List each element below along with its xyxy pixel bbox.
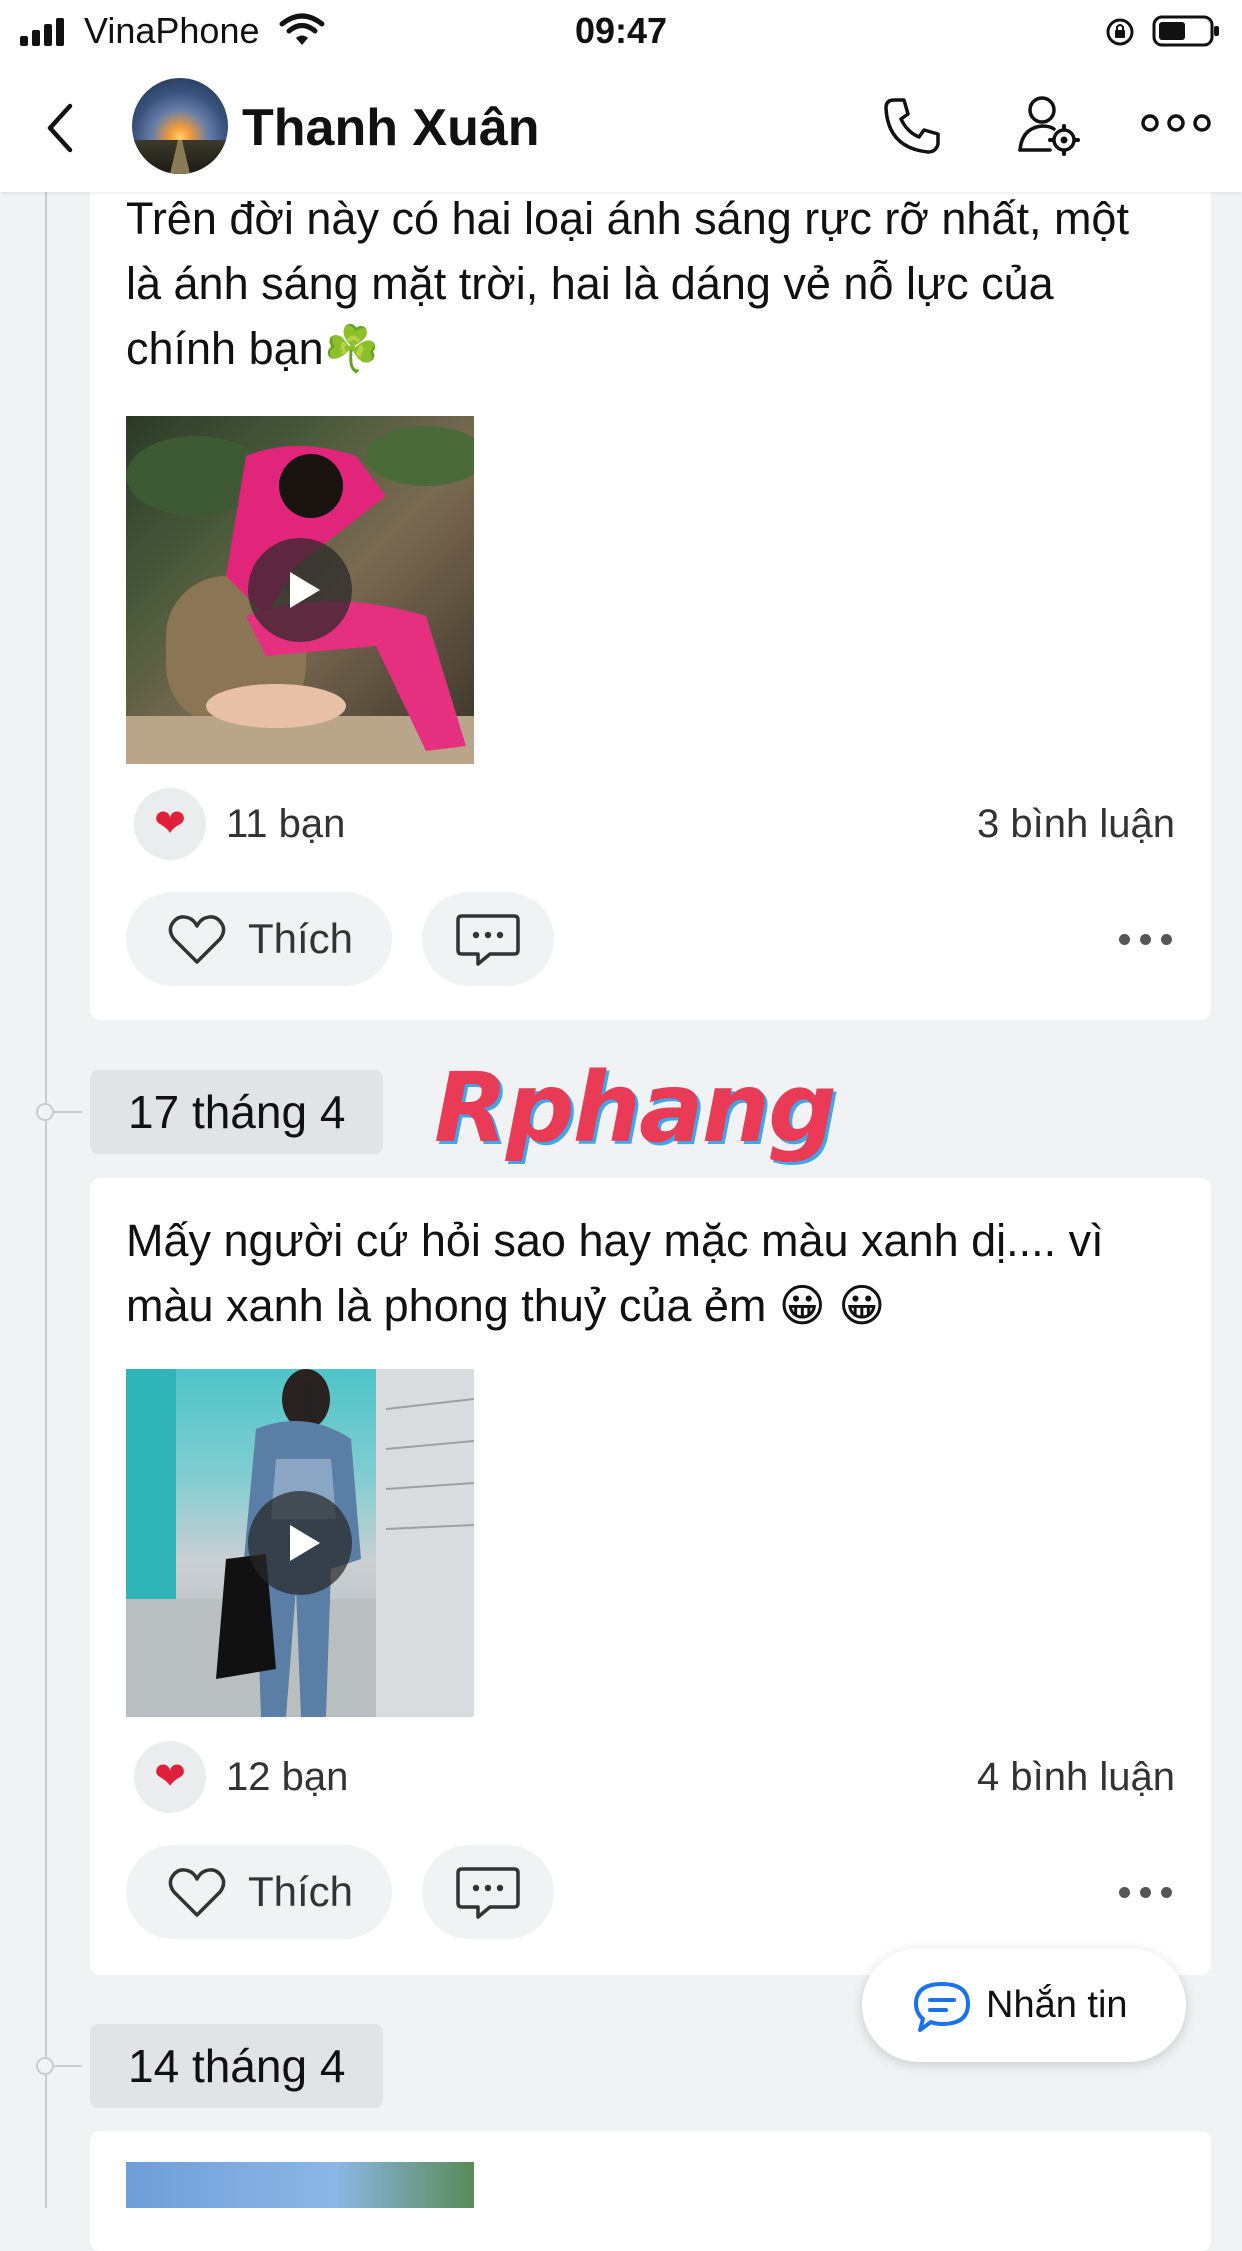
timeline-dot	[36, 2057, 54, 2075]
watermark: Rphang	[434, 1052, 837, 1164]
heart-outline-icon	[168, 1868, 226, 1917]
comment-icon	[456, 914, 520, 966]
back-icon[interactable]	[36, 98, 86, 158]
video-thumbnail[interactable]	[126, 2162, 474, 2208]
comment-count[interactable]: 3 bình luận	[977, 788, 1175, 860]
reaction-count[interactable]: 12 bạn	[226, 1741, 348, 1813]
post-more-icon[interactable]	[1119, 1883, 1175, 1903]
timeline-dot	[36, 1103, 54, 1121]
reaction-count[interactable]: 11 bạn	[226, 788, 345, 860]
date-label: 14 tháng 4	[90, 2024, 384, 2108]
video-thumbnail[interactable]	[126, 1369, 474, 1717]
avatar[interactable]	[132, 78, 228, 174]
post-text: Trên đời này có hai loại ánh sáng rực rỡ…	[126, 193, 1129, 374]
profile-name[interactable]: Thanh Xuân	[242, 98, 540, 158]
user-settings-icon[interactable]	[1014, 92, 1080, 158]
date-label: 17 tháng 4	[90, 1070, 384, 1154]
heart-outline-icon	[168, 915, 226, 964]
like-label: Thích	[248, 1868, 354, 1915]
battery-icon	[1152, 15, 1219, 47]
timeline-line	[45, 192, 47, 2208]
heart-icon[interactable]: ❤	[134, 788, 206, 860]
post-card: Mấy người cứ hỏi sao hay mặc màu xanh dị…	[90, 1178, 1211, 1975]
post-card: Trên đời này có hai loại ánh sáng rực rỡ…	[90, 150, 1211, 1020]
like-label: Thích	[248, 915, 354, 962]
comment-icon	[456, 1867, 520, 1919]
post-more-icon[interactable]	[1119, 930, 1175, 950]
status-bar: VinaPhone 09:47	[0, 0, 1242, 64]
video-thumbnail[interactable]	[126, 416, 474, 764]
message-button-label: Nhắn tin	[986, 1984, 1128, 2026]
status-time: 09:47	[574, 10, 668, 51]
message-button[interactable]: Nhắn tin	[862, 1948, 1186, 2062]
chat-icon	[914, 1982, 970, 2032]
comment-button[interactable]	[422, 1845, 554, 1939]
like-button[interactable]: Thích	[126, 892, 392, 986]
like-button[interactable]: Thích	[126, 1845, 392, 1939]
post-card	[90, 2131, 1211, 2251]
heart-icon[interactable]: ❤	[134, 1741, 206, 1813]
profile-header: Thanh Xuân	[0, 64, 1242, 192]
phone-icon[interactable]	[880, 94, 944, 158]
rotation-lock-icon	[1106, 18, 1134, 46]
more-options-icon[interactable]	[1140, 108, 1212, 138]
comment-count[interactable]: 4 bình luận	[977, 1741, 1175, 1813]
play-icon[interactable]	[248, 1491, 352, 1595]
play-icon[interactable]	[248, 538, 352, 642]
comment-button[interactable]	[422, 892, 554, 986]
post-text: Mấy người cứ hỏi sao hay mặc màu xanh dị…	[126, 1215, 1104, 1331]
